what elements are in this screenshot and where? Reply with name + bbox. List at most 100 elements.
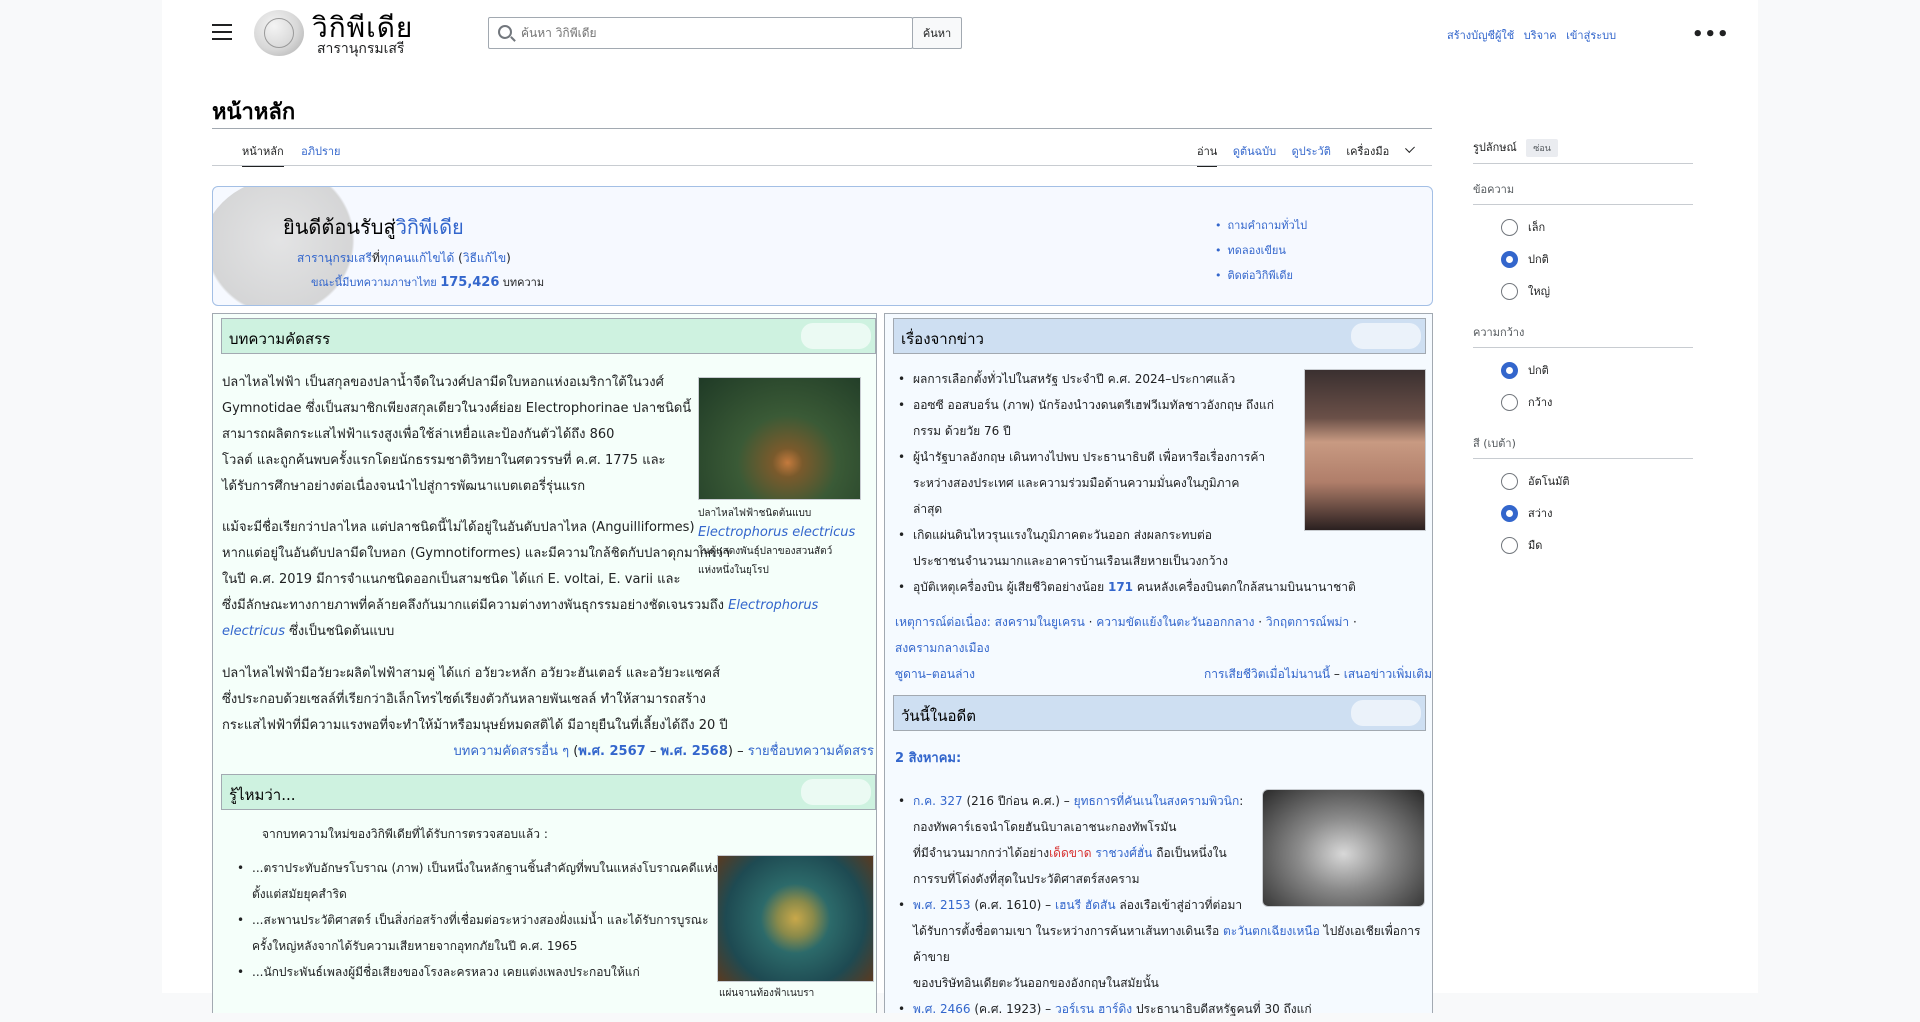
featured-list-link[interactable]: รายชื่อบทความคัดสรร: [748, 744, 874, 759]
otd-text-line: ที่มีจำนวนมากกว่าได้อย่างเด็ดขาด ราชวงศ์…: [913, 840, 1435, 866]
welcome-wikipedia-link[interactable]: วิกิพีเดีย: [396, 215, 464, 239]
news-text-line: ล่าสุด: [913, 502, 943, 516]
electric-eel-image[interactable]: [698, 377, 861, 500]
radio-icon[interactable]: [1501, 282, 1518, 300]
width-wide-option[interactable]: กว้าง: [1473, 386, 1693, 418]
hide-appearance-button[interactable]: ซ่อน: [1526, 139, 1558, 157]
article-count-link[interactable]: ขณะนี้มีบทความภาษาไทย: [311, 276, 437, 289]
text-size-standard-option[interactable]: ปกติ: [1473, 243, 1693, 275]
tab-view-source[interactable]: ดูต้นฉบับ: [1233, 145, 1276, 165]
featured-paragraph-1: ปลาไหลไฟฟ้า เป็นสกุลของปลาน้ำจืดในวงศ์ปล…: [222, 370, 692, 500]
radio-icon[interactable]: [1501, 472, 1518, 490]
year-link[interactable]: พ.ศ. 2153: [913, 898, 971, 912]
radio-selected-icon[interactable]: [1501, 504, 1518, 522]
tab-view-history[interactable]: ดูประวัติ: [1292, 145, 1331, 165]
year-link[interactable]: พ.ศ. 2466: [913, 1002, 971, 1016]
news-number-link[interactable]: 171: [1108, 580, 1133, 594]
event-link[interactable]: เฮนรี ฮัดสัน: [1055, 898, 1116, 912]
radio-selected-icon[interactable]: [1501, 250, 1518, 268]
footer-punct: –: [1333, 667, 1340, 681]
wikipedia-globe-logo[interactable]: [254, 10, 304, 56]
featured-year-2568-link[interactable]: พ.ศ. 2568: [660, 744, 727, 759]
welcome-link-contact[interactable]: ติดต่อวิกิพีเดีย: [1228, 269, 1293, 282]
news-portrait-image[interactable]: [1304, 369, 1426, 531]
nebra-sky-disc-image[interactable]: [717, 855, 874, 982]
login-link[interactable]: เข้าสู่ระบบ: [1566, 29, 1616, 42]
welcome-link-faq[interactable]: ถามคำถามทั่วไป: [1228, 219, 1308, 232]
page-title: หน้าหลัก: [212, 99, 296, 125]
radio-icon[interactable]: [1501, 218, 1518, 236]
how-to-edit-link[interactable]: วิธีแก้ไข: [463, 251, 506, 265]
puzzle-piece-icon: [1351, 323, 1421, 349]
radio-label: เล็ก: [1528, 221, 1546, 234]
text-size-small-option[interactable]: เล็ก: [1473, 211, 1693, 243]
otd-text-line: กองทัพคาร์เธจนำโดยฮันนิบาลเอาชนะกองทัพโร…: [913, 820, 1177, 834]
on-this-day-date: 2 สิงหาคม:: [895, 746, 961, 772]
ongoing-item-link[interactable]: ความขัดแย้งในตะวันออกกลาง: [1096, 615, 1254, 629]
tab-main-page[interactable]: หน้าหลัก: [242, 145, 284, 167]
ongoing-item-link[interactable]: วิกฤตการณ์พม่า: [1266, 615, 1349, 629]
tab-tools[interactable]: เครื่องมือ: [1346, 143, 1425, 165]
color-light-option[interactable]: สว่าง: [1473, 497, 1693, 529]
logo-subtitle: สารานุกรมเสรี: [317, 41, 405, 57]
tab-read[interactable]: อ่าน: [1197, 145, 1218, 167]
ongoing-item-link[interactable]: ซูดาน–ตอนล่าง: [895, 667, 975, 681]
more-options-icon[interactable]: •••: [1692, 24, 1730, 45]
event-link[interactable]: ตะวันตกเฉียงเหนือ: [1223, 924, 1320, 938]
more-featured-link[interactable]: บทความคัดสรรอื่น ๆ: [454, 744, 570, 759]
footer-punct: ) –: [727, 744, 744, 759]
text-size-large-option[interactable]: ใหญ่: [1473, 275, 1693, 307]
radio-icon[interactable]: [1501, 393, 1518, 411]
year-link[interactable]: ก.ค. 327: [913, 794, 963, 808]
list-item: ออซซี ออสบอร์น (ภาพ) นักร้องนำวงดนตรีเฮฟ…: [895, 392, 1305, 444]
featured-text-line: หากแต่อยู่ในอันดับปลามีดใบหอก (Gymnotifo…: [222, 546, 731, 561]
width-standard-option[interactable]: ปกติ: [1473, 354, 1693, 386]
tab-talk[interactable]: อภิปราย: [301, 145, 340, 165]
search-input[interactable]: [521, 24, 901, 42]
nominate-news-link[interactable]: เสนอข่าวเพิ่มเติม: [1344, 667, 1432, 681]
welcome-subtitle: สารานุกรมเสรีที่ทุกคนแก้ไขได้ (วิธีแก้ไข…: [297, 251, 511, 265]
search-box: [488, 17, 913, 49]
color-automatic-option[interactable]: อัตโนมัติ: [1473, 465, 1693, 497]
welcome-sub-text: ที่: [371, 251, 380, 265]
donate-link[interactable]: บริจาค: [1524, 29, 1557, 42]
species-link[interactable]: electricus: [222, 624, 285, 639]
title-divider: [212, 128, 1432, 129]
recent-deaths-link[interactable]: การเสียชีวิตเมื่อไม่นานนี้: [1204, 667, 1330, 681]
ongoing-item-link[interactable]: สงครามในยูเครน: [995, 615, 1085, 629]
welcome-link-sandbox[interactable]: ทดลองเขียน: [1228, 244, 1286, 257]
main-menu-icon[interactable]: [212, 24, 232, 40]
color-dark-option[interactable]: มืด: [1473, 529, 1693, 561]
featured-text-span: ซึ่งมีลักษณะทางกายภาพที่คล้ายคลึงกันมากแ…: [222, 598, 725, 613]
red-link[interactable]: เด็ดขาด: [1049, 846, 1091, 860]
page-container: วิกิพีเดีย สารานุกรมเสรี ค้นหา สร้างบัญช…: [162, 0, 1758, 1022]
news-text-line: ออซซี ออสบอร์น (ภาพ) นักร้องนำวงดนตรีเฮฟ…: [913, 398, 1275, 412]
search-button[interactable]: ค้นหา: [912, 17, 962, 49]
appearance-header: รูปลักษณ์ ซ่อน: [1473, 138, 1693, 157]
radio-label: ใหญ่: [1528, 285, 1550, 298]
event-link[interactable]: ยุทธการที่คันเนในสงครามพิวนิก: [1074, 794, 1240, 808]
featured-text-line: electricus ซึ่งเป็นชนิดต้นแบบ: [222, 619, 862, 645]
radio-icon[interactable]: [1501, 536, 1518, 554]
ongoing-item-link[interactable]: สงครามกลางเมือง: [895, 641, 990, 655]
list-item: พ.ศ. 2466 (ค.ศ. 1923) – วอร์เรน ฮาร์ดิง …: [895, 996, 1435, 1022]
list-item: เกิดแผ่นดินไหวรุนแรงในภูมิภาคตะวันออก ส่…: [895, 522, 1305, 574]
event-link[interactable]: ราชวงศ์ฮั่น: [1095, 846, 1152, 860]
anyone-can-edit-link[interactable]: ทุกคนแก้ไขได้: [380, 251, 454, 265]
featured-text-line: สามารถผลิตกระแสไฟฟ้าแรงสูงเพื่อใช้ล่าเหย…: [222, 427, 615, 442]
free-encyclopedia-link[interactable]: สารานุกรมเสรี: [297, 251, 372, 265]
event-link[interactable]: วอร์เรน ฮาร์ดิง: [1055, 1002, 1132, 1016]
dyk-image-caption: แผ่นจานท้องฟ้าเนบรา: [719, 988, 815, 999]
date-link[interactable]: 2 สิงหาคม:: [895, 751, 961, 766]
featured-year-2567-link[interactable]: พ.ศ. 2567: [578, 744, 645, 759]
species-link[interactable]: Electrophorus: [728, 598, 818, 613]
radio-selected-icon[interactable]: [1501, 361, 1518, 379]
article-count: ขณะนี้มีบทความภาษาไทย 175,426 บทความ: [311, 273, 544, 291]
search-icon: [498, 25, 512, 39]
ongoing-label-link[interactable]: เหตุการณ์ต่อเนื่อง:: [895, 615, 991, 629]
featured-paragraph-3: ปลาไหลไฟฟ้ามีอวัยวะผลิตไฟฟ้าสามคู่ ได้แก…: [222, 661, 872, 739]
welcome-links: ถามคำถามทั่วไป ทดลองเขียน ติดต่อวิกิพีเด…: [1215, 213, 1308, 288]
otd-text-span: ได้รับการตั้งชื่อตามเขา ในระหว่างการค้นห…: [913, 924, 1220, 938]
dyk-intro: จากบทความใหม่ของวิกิพีเดียที่ได้รับการตร…: [262, 827, 548, 841]
create-account-link[interactable]: สร้างบัญชีผู้ใช้: [1447, 29, 1514, 42]
